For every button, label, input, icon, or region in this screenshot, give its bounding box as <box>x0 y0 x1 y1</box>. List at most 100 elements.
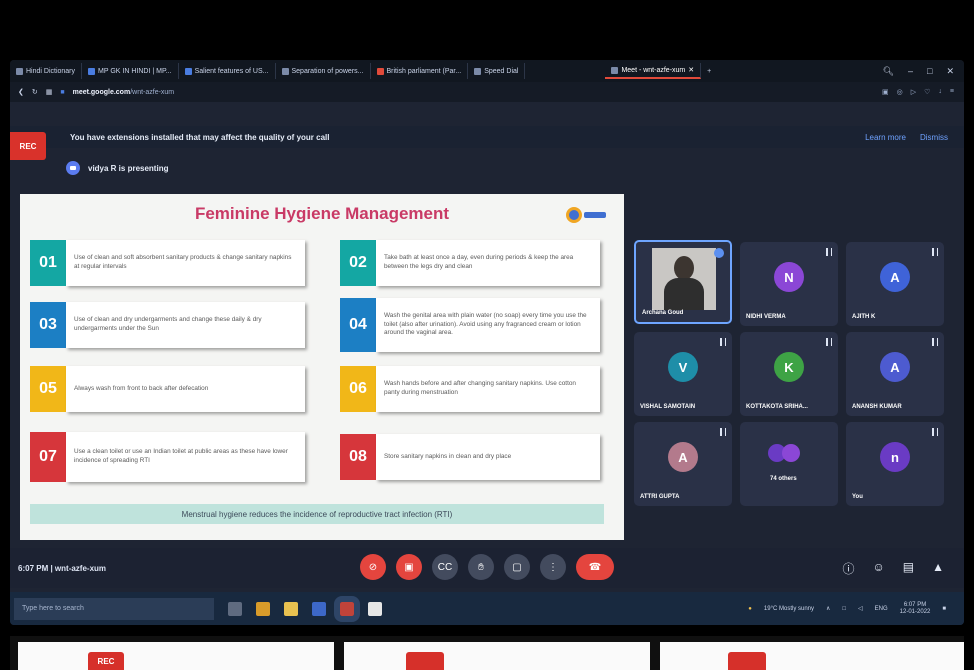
others-tile[interactable]: 74 others <box>740 422 838 506</box>
tray-up-icon[interactable]: ∧ <box>826 605 830 612</box>
item-text: Take bath at least once a day, even duri… <box>376 240 600 286</box>
item-number: 06 <box>340 366 376 412</box>
download-icon[interactable]: ↓ <box>938 88 942 96</box>
slide-item: 04 Wash the genital area with plain wate… <box>340 298 600 352</box>
taskbar-search-input[interactable]: Type here to search <box>14 597 214 620</box>
item-number: 03 <box>30 302 66 348</box>
browser-tab[interactable]: British parliament (Par... <box>371 63 469 79</box>
notification-icon[interactable]: ■ <box>942 606 946 612</box>
monitor-screen: Hindi Dictionary MP GK IN HINDI | MP... … <box>10 60 964 625</box>
task-view-icon[interactable] <box>228 601 242 616</box>
participant-tile[interactable]: A ATTRI GUPTA <box>634 422 732 506</box>
system-tray: ● 19°C Mostly sunny ∧ □ ◁ ENG 6:07 PM 12… <box>748 602 964 615</box>
info-icon[interactable]: ⓘ <box>842 560 854 577</box>
address-toolbar: ▣ ◎ ▷ ♡ ↓ ≡ <box>882 88 964 96</box>
presenting-banner: vidya R is presenting <box>66 158 168 178</box>
others-avatars <box>768 444 800 462</box>
thumbnail-panel <box>660 642 964 670</box>
slide-item: 06 Wash hands before and after changing … <box>340 366 600 412</box>
clock[interactable]: 6:07 PM 12-01-2022 <box>900 602 931 615</box>
network-icon[interactable]: □ <box>842 606 846 612</box>
reload-icon[interactable]: ↻ <box>32 88 38 96</box>
mic-off-icon <box>932 248 938 256</box>
activities-icon[interactable]: ▲ <box>932 560 944 577</box>
camera-off-button[interactable]: ▣ <box>396 554 422 580</box>
participant-tile[interactable]: V VISHAL SAMOTAIN <box>634 332 732 416</box>
mic-off-icon <box>720 338 726 346</box>
captions-button[interactable]: CC <box>432 554 458 580</box>
item-number: 07 <box>30 432 66 482</box>
hand-icon: ✋︎ <box>478 561 484 573</box>
participant-tile[interactable]: N NIDHI VERMA <box>740 242 838 326</box>
heart-icon[interactable]: ♡ <box>924 88 930 96</box>
avatar: K <box>774 352 804 382</box>
search-icon[interactable]: 🔍︎ <box>883 66 894 77</box>
recording-tab <box>728 652 766 670</box>
item-number: 01 <box>30 240 66 286</box>
mic-off-button[interactable]: ⊘ <box>360 554 386 580</box>
window-controls: 🔍︎ – □ ✕ <box>883 66 964 77</box>
address-bar: ❮ ↻ ▦ ■ meet.google.com/wnt-azfe-xum ▣ ◎… <box>10 82 964 102</box>
participant-tile[interactable]: K KOTTAKOTA SRIHA... <box>740 332 838 416</box>
mic-off-icon <box>826 248 832 256</box>
dismiss-link[interactable]: Dismiss <box>920 133 948 142</box>
language-indicator[interactable]: ENG <box>875 606 888 612</box>
menu-icon[interactable]: ≡ <box>950 88 954 96</box>
weather-text[interactable]: 19°C Mostly sunny <box>764 606 814 612</box>
avatar: n <box>880 442 910 472</box>
extensions-icon[interactable]: ◎ <box>897 88 903 96</box>
raise-hand-button[interactable]: ✋︎ <box>468 554 494 580</box>
self-tile[interactable]: n You <box>846 422 944 506</box>
more-options-button[interactable]: ⋮ <box>540 554 566 580</box>
hang-up-icon: ☎︎ <box>588 561 602 573</box>
browser-tab[interactable]: Speed Dial <box>468 63 526 79</box>
grid-icon[interactable]: ▦ <box>46 88 53 96</box>
pin-icon[interactable] <box>714 248 724 258</box>
browser-tab[interactable]: Salient features of US... <box>179 63 276 79</box>
item-number: 08 <box>340 434 376 480</box>
recording-badge: REC <box>88 652 124 670</box>
call-controls: ⊘ ▣ CC ✋︎ ▢ ⋮ ☎︎ <box>360 554 614 580</box>
present-button[interactable]: ▢ <box>504 554 530 580</box>
avatar: N <box>774 262 804 292</box>
browser-tab[interactable]: MP GK IN HINDI | MP... <box>82 63 179 79</box>
presentation-slide: Feminine Hygiene Management 01 Use of cl… <box>20 194 624 540</box>
minimize-icon[interactable]: – <box>908 66 913 77</box>
meeting-control-bar: 6:07 PM | wnt-azfe-xum ⊘ ▣ CC ✋︎ ▢ ⋮ ☎︎ … <box>10 548 964 588</box>
item-text: Wash hands before and after changing san… <box>376 366 600 412</box>
new-tab-icon[interactable]: + <box>707 68 711 75</box>
volume-icon[interactable]: ◁ <box>858 605 863 612</box>
camera-icon[interactable]: ▣ <box>882 88 889 96</box>
close-icon[interactable]: ✕ <box>946 66 954 77</box>
opera-icon[interactable] <box>334 595 360 622</box>
participant-tile[interactable]: Archana Goud <box>634 240 732 324</box>
slide-title: Feminine Hygiene Management <box>194 204 450 223</box>
participant-tile[interactable]: A ANANSH KUMAR <box>846 332 944 416</box>
warning-message: You have extensions installed that may a… <box>70 132 330 142</box>
avatar: V <box>668 352 698 382</box>
leave-call-button[interactable]: ☎︎ <box>576 554 614 580</box>
browser-tab[interactable]: Separation of powers... <box>276 63 371 79</box>
notes-icon[interactable] <box>368 601 382 616</box>
learn-more-link[interactable]: Learn more <box>865 133 906 142</box>
people-icon[interactable]: ☺ <box>873 560 885 577</box>
item-number: 05 <box>30 366 66 412</box>
item-text: Wash the genital area with plain water (… <box>376 298 600 352</box>
windows-taskbar: Type here to search ● 19°C Mostly sunny … <box>10 592 964 625</box>
participant-tile[interactable]: A AJITH K <box>846 242 944 326</box>
browser-tab[interactable]: Hindi Dictionary <box>10 63 83 79</box>
chat-icon[interactable]: ▤ <box>903 560 914 577</box>
file-explorer-icon[interactable] <box>284 601 298 616</box>
store-icon[interactable] <box>312 601 326 616</box>
vlc-icon[interactable] <box>256 601 270 616</box>
slide-item: 01 Use of clean and soft absorbent sanit… <box>30 240 305 286</box>
slide-item: 03 Use of clean and dry undergarments an… <box>30 302 305 348</box>
close-tab-icon[interactable]: ✕ <box>688 66 694 74</box>
url-field[interactable]: meet.google.com/wnt-azfe-xum <box>73 89 175 96</box>
avatar: A <box>668 442 698 472</box>
maximize-icon[interactable]: □ <box>927 66 932 77</box>
browser-tab-active[interactable]: Meet - wnt-azfe-xum ✕ <box>605 63 702 79</box>
play-icon[interactable]: ▷ <box>911 88 916 96</box>
camera-off-icon: ▣ <box>404 561 414 573</box>
back-icon[interactable]: ❮ <box>18 88 24 96</box>
